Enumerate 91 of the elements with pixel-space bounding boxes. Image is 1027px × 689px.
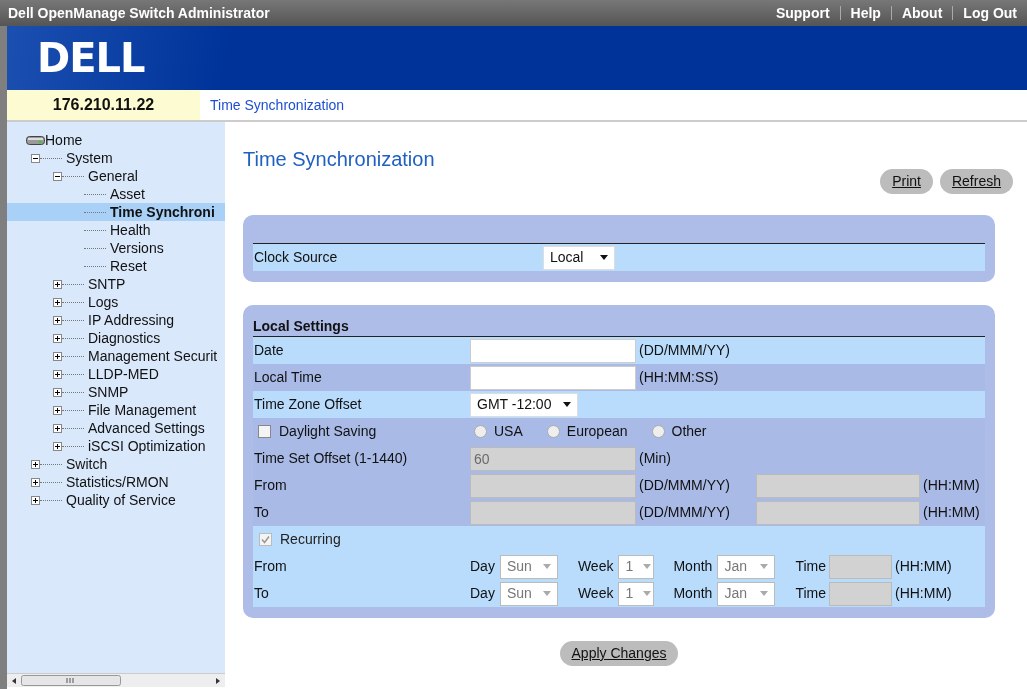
tree-item[interactable]: Versions xyxy=(7,239,225,257)
header-link[interactable]: Support xyxy=(765,6,840,20)
checkbox-label: Recurring xyxy=(280,530,341,549)
format-hint: (HH:MM) xyxy=(893,584,952,603)
checkbox[interactable] xyxy=(258,425,271,438)
tree-item[interactable]: Health xyxy=(7,221,225,239)
expand-icon[interactable] xyxy=(53,297,62,307)
tree-item[interactable]: Quality of Service xyxy=(7,491,225,509)
expand-icon[interactable] xyxy=(31,477,40,487)
field-label: Time xyxy=(795,557,826,576)
tree-item[interactable]: iSCSI Optimization xyxy=(7,437,225,455)
tree-item[interactable]: Statistics/RMON xyxy=(7,473,225,491)
tree-item[interactable]: LLDP-MED xyxy=(7,365,225,383)
format-hint: (HH:MM) xyxy=(893,557,952,576)
expand-icon[interactable] xyxy=(53,351,62,361)
input-field[interactable] xyxy=(470,338,636,363)
collapse-icon[interactable] xyxy=(53,171,62,181)
section-title: Local Settings xyxy=(253,318,349,334)
expand-icon[interactable] xyxy=(53,405,62,415)
expand-icon[interactable] xyxy=(53,333,62,343)
field-label: Time Zone Offset xyxy=(253,395,363,414)
tree-item[interactable]: File Management xyxy=(7,401,225,419)
horizontal-scrollbar[interactable] xyxy=(7,673,225,687)
expand-icon[interactable] xyxy=(31,459,40,469)
tree-item[interactable]: Diagnostics xyxy=(7,329,225,347)
expand-icon[interactable] xyxy=(53,441,62,451)
radio-label: USA xyxy=(494,422,523,441)
tree-item[interactable]: System xyxy=(7,149,225,167)
apply-button[interactable]: Apply Changes xyxy=(559,641,679,666)
tree-item[interactable]: Asset xyxy=(7,185,225,203)
header-link[interactable]: About xyxy=(890,6,953,20)
field-label: From xyxy=(253,557,288,576)
format-hint: (DD/MMM/YY) xyxy=(638,341,730,360)
radio-button[interactable] xyxy=(474,425,487,438)
device-address: 176.210.11.22 xyxy=(7,90,200,120)
field-label: Local Time xyxy=(253,368,323,387)
tree-item[interactable]: Advanced Settings xyxy=(7,419,225,437)
field-label: Day xyxy=(470,557,495,576)
format-hint: (Min) xyxy=(638,449,671,468)
tree-item[interactable]: Reset xyxy=(7,257,225,275)
scroll-thumb-icon xyxy=(21,675,121,686)
format-hint: (HH:MM:SS) xyxy=(638,368,719,387)
app-title: Dell OpenManage Switch Administrator xyxy=(7,3,270,23)
field-label: Time xyxy=(795,584,826,603)
field-label: Clock Source xyxy=(253,248,339,267)
field-label: From xyxy=(253,476,288,495)
expand-icon[interactable] xyxy=(53,279,62,289)
tree-item[interactable]: Switch xyxy=(7,455,225,473)
input-field[interactable] xyxy=(470,365,636,390)
radio-label: European xyxy=(566,422,628,441)
tree-item[interactable]: IP Addressing xyxy=(7,311,225,329)
tree-item[interactable]: SNMP xyxy=(7,383,225,401)
drive-icon xyxy=(26,134,45,146)
expand-icon[interactable] xyxy=(53,387,62,397)
expand-icon[interactable] xyxy=(53,369,62,379)
format-hint: (HH:MM) xyxy=(922,503,980,522)
expand-icon[interactable] xyxy=(53,423,62,433)
field-label: Month xyxy=(673,584,713,603)
clock-source-select[interactable]: Local xyxy=(543,245,615,270)
tree-item[interactable]: Management Securit xyxy=(7,347,225,365)
tree-item[interactable]: Logs xyxy=(7,293,225,311)
field-label: Date xyxy=(253,341,285,360)
collapse-icon[interactable] xyxy=(31,153,40,163)
field-label: Week xyxy=(577,584,614,603)
header-link[interactable]: Log Out xyxy=(952,6,1027,20)
tree-item[interactable]: Home xyxy=(7,131,225,149)
tree-item[interactable]: Time Synchroni xyxy=(7,203,225,221)
header-link[interactable]: Help xyxy=(839,6,891,20)
radio-label: Other xyxy=(671,422,707,441)
page-title: Time Synchronization xyxy=(243,147,436,171)
checkbox-label: Daylight Saving xyxy=(279,422,377,441)
field-label: Month xyxy=(673,557,713,576)
tree-item[interactable]: SNTP xyxy=(7,275,225,293)
field-label: Week xyxy=(577,557,614,576)
timezone-select[interactable]: GMT -12:00 xyxy=(470,392,578,417)
breadcrumb-link[interactable]: Time Synchronization xyxy=(200,90,345,120)
format-hint: (HH:MM) xyxy=(922,476,980,495)
field-label: To xyxy=(253,584,270,603)
tree-item[interactable]: General xyxy=(7,167,225,185)
brand-logo: DELL xyxy=(36,34,146,83)
field-label: To xyxy=(253,503,270,522)
action-button[interactable]: Refresh xyxy=(939,169,1013,194)
radio-button[interactable] xyxy=(651,425,665,438)
expand-icon[interactable] xyxy=(53,315,62,325)
format-hint: (DD/MMM/YY) xyxy=(638,476,731,495)
format-hint: (DD/MMM/YY) xyxy=(638,503,731,522)
action-button[interactable]: Print xyxy=(880,169,933,194)
field-label: Time Set Offset (1-1440) xyxy=(253,449,409,468)
radio-button[interactable] xyxy=(546,425,560,438)
field-label: Day xyxy=(470,584,495,603)
expand-icon[interactable] xyxy=(31,495,40,505)
